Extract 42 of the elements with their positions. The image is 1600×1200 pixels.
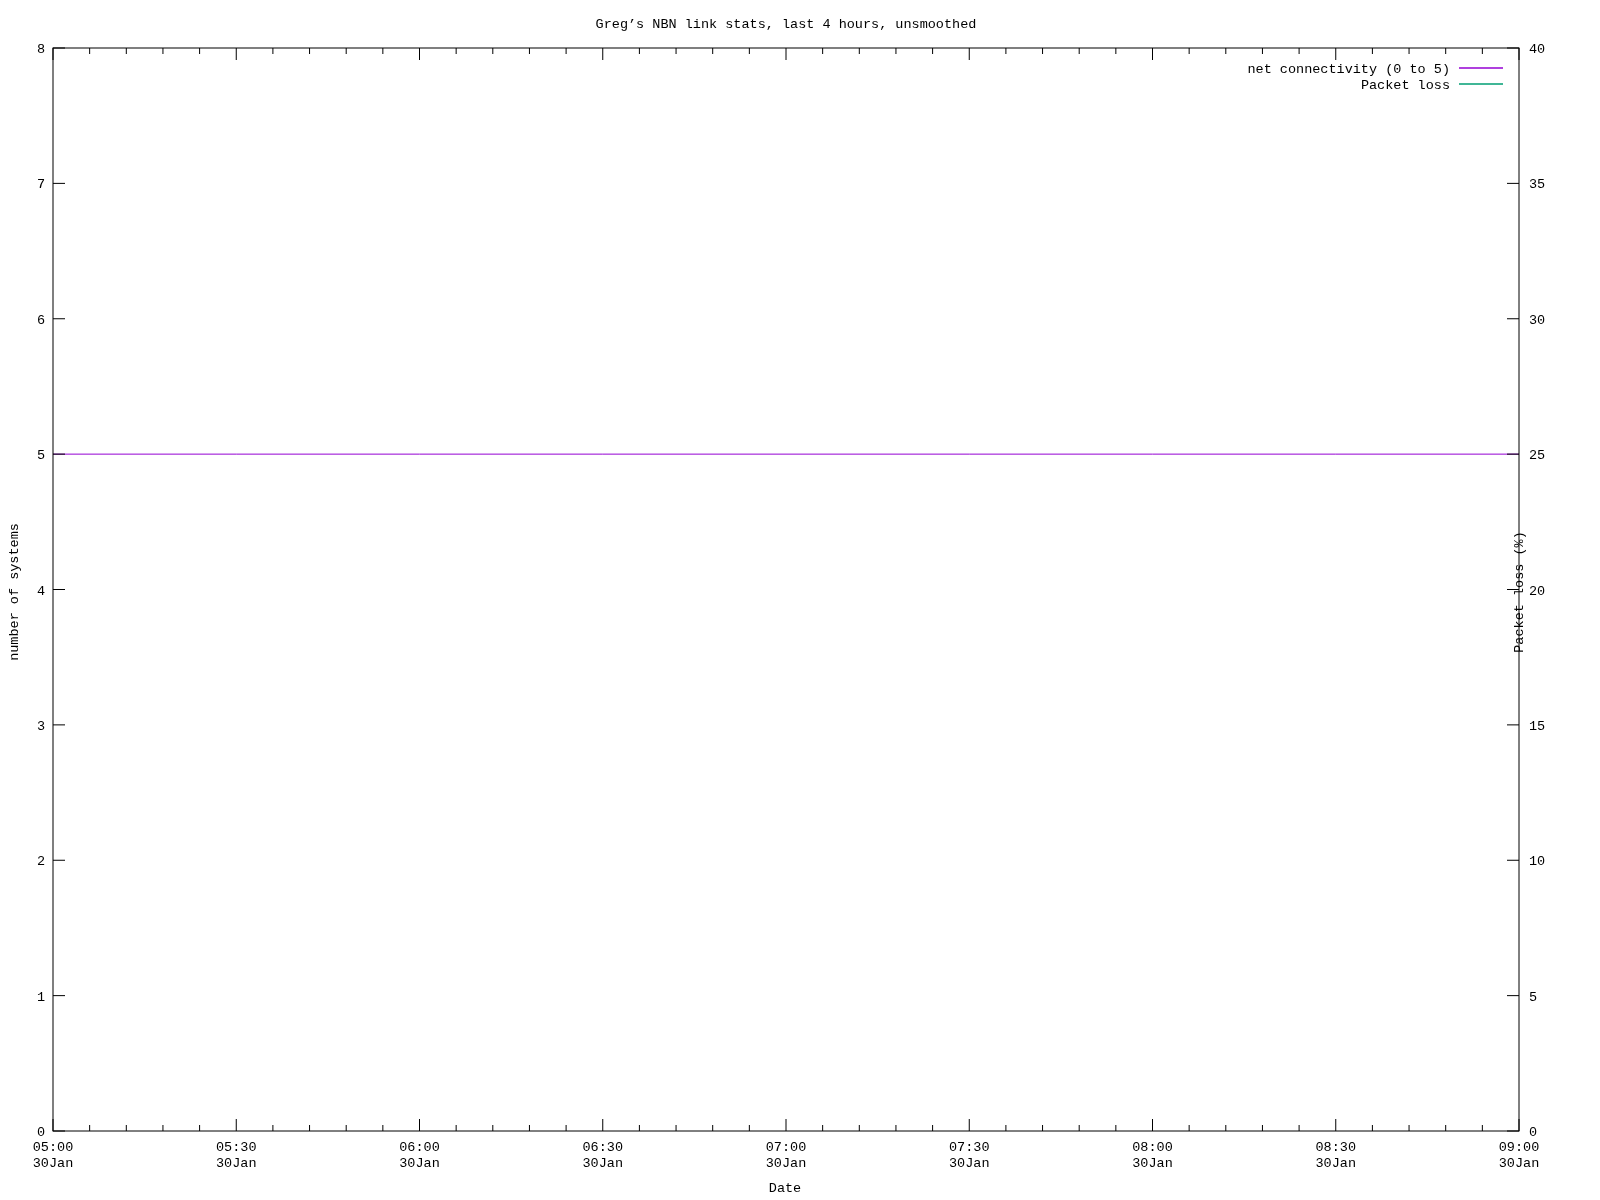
x-tick-time: 07:00: [765, 1140, 807, 1155]
y-tick-label: 5: [36, 448, 45, 464]
y-tick-label: 0: [36, 1125, 45, 1140]
x-tick-time: 08:00: [1132, 1140, 1173, 1155]
x-tick-time: 09:00: [1498, 1140, 1540, 1155]
y2-tick-label: 30: [1529, 312, 1546, 328]
legend-label: net connectivity (0 to 5): [1247, 62, 1450, 77]
x-tick-time: 06:30: [582, 1140, 623, 1155]
y2-tick-label: 5: [1529, 989, 1538, 1005]
y2-tick-label: 25: [1529, 448, 1546, 464]
y-tick-label: 4: [36, 583, 45, 599]
x-tick-date: 30Jan: [1315, 1156, 1356, 1171]
y2-tick-label: 15: [1529, 718, 1546, 734]
y2-tick-label: 40: [1529, 42, 1546, 57]
y-tick-label: 1: [36, 989, 45, 1005]
y-tick-label: 2: [36, 854, 45, 870]
x-tick-time: 06:00: [399, 1140, 440, 1155]
y2-tick-label: 20: [1529, 583, 1546, 599]
y-tick-label: 8: [36, 42, 45, 57]
y-tick-label: 7: [36, 177, 45, 193]
y2-tick-label: 0: [1529, 1125, 1538, 1140]
y-tick-label: 6: [36, 312, 45, 328]
x-tick-date: 30Jan: [1132, 1156, 1173, 1171]
x-tick-time: 08:30: [1315, 1140, 1356, 1155]
x-axis-title: Date: [768, 1181, 802, 1196]
x-tick-date: 30Jan: [399, 1156, 440, 1171]
x-tick-date: 30Jan: [949, 1156, 990, 1171]
chart-title: Greg’s NBN link stats, last 4 hours, unsmoothed: [595, 17, 977, 32]
x-tick-time: 07:30: [949, 1140, 990, 1155]
y2-tick-label: 35: [1529, 177, 1546, 193]
legend-label: Packet loss: [1360, 78, 1450, 93]
y-axis-title: number of systems: [7, 523, 22, 661]
x-tick-date: 30Jan: [1498, 1156, 1540, 1171]
x-tick-time: 05:30: [216, 1140, 257, 1155]
y2-axis-title: Packet loss (%): [1512, 531, 1527, 653]
x-tick-date: 30Jan: [32, 1156, 74, 1171]
x-tick-date: 30Jan: [216, 1156, 257, 1171]
y2-tick-label: 10: [1529, 854, 1546, 870]
x-tick-time: 05:00: [32, 1140, 74, 1155]
y-tick-label: 3: [36, 718, 45, 734]
x-tick-date: 30Jan: [582, 1156, 623, 1171]
x-tick-date: 30Jan: [765, 1156, 807, 1171]
